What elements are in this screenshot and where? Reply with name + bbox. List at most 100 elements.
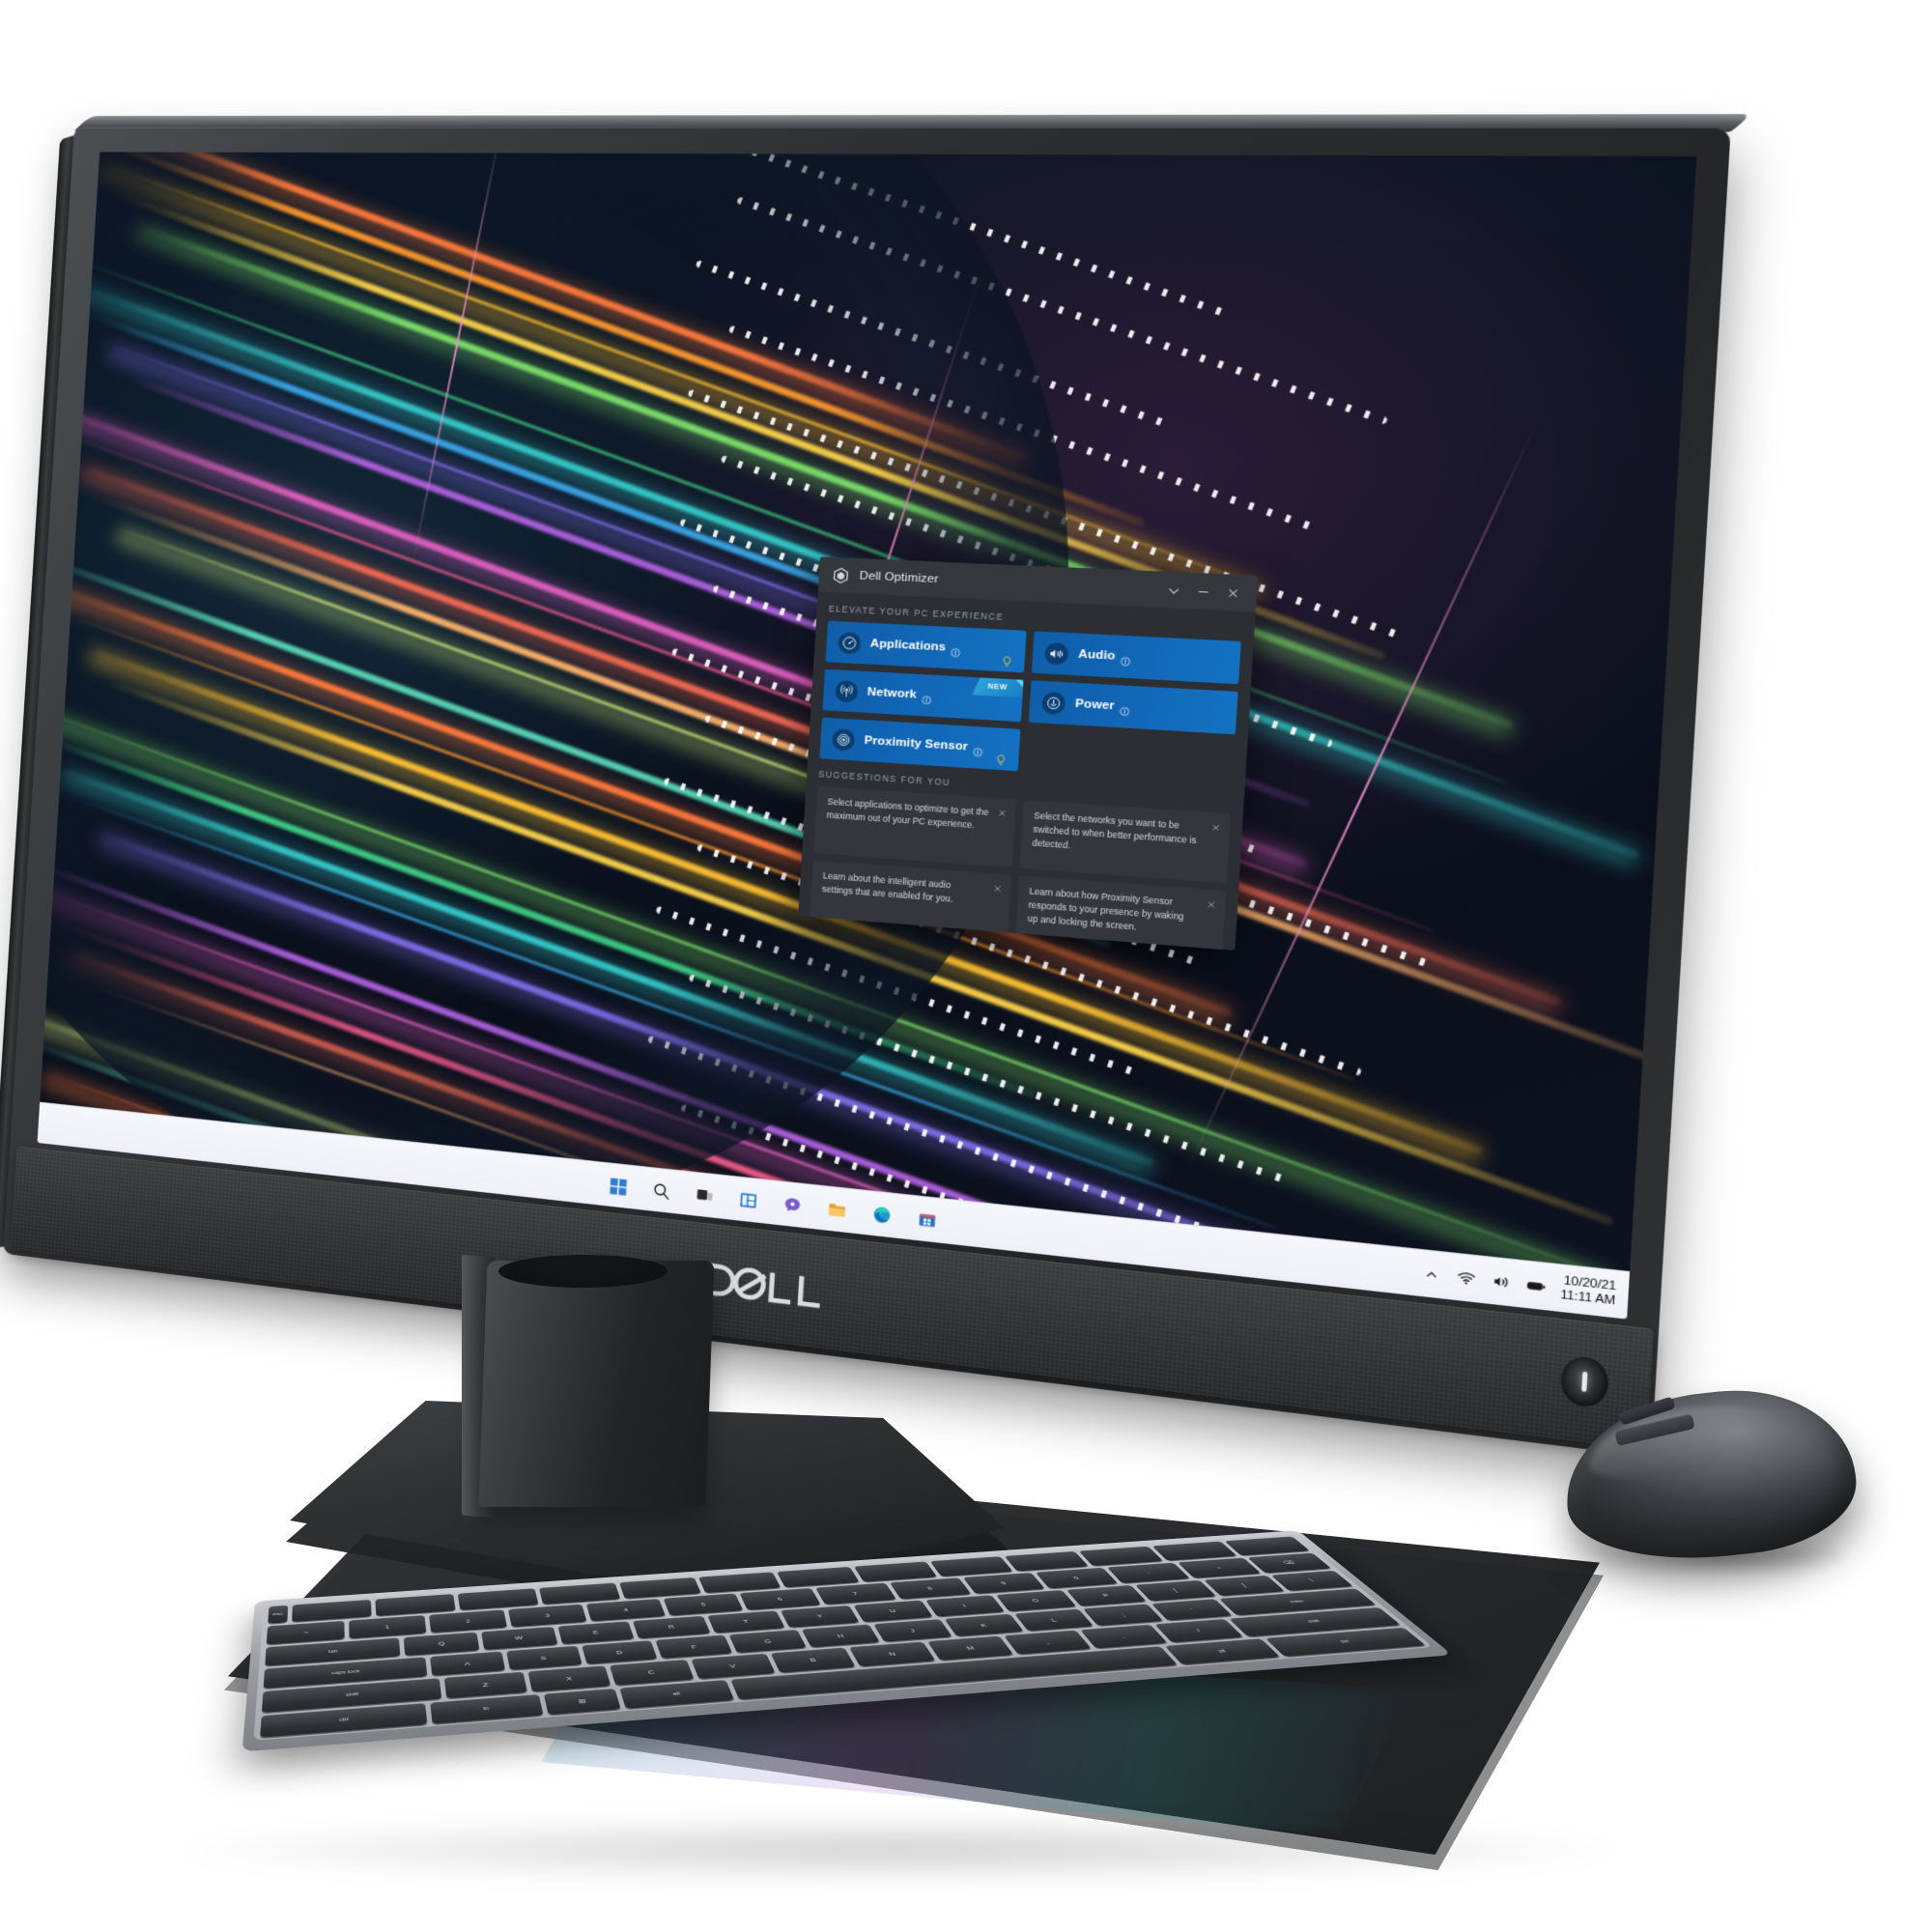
show-hidden-icons-icon[interactable]	[1420, 1264, 1443, 1286]
keyboard-key[interactable]: 9	[962, 1573, 1045, 1594]
display-screen: Dell Optimizer ELEVATE YOUR PC EXPERIENC…	[37, 152, 1697, 1320]
keyboard-key[interactable]: L	[1013, 1608, 1094, 1632]
dismiss-icon[interactable]	[1210, 819, 1223, 831]
tile-proximity-sensor[interactable]: Proximity Sensor	[819, 717, 1021, 772]
microsoft-store-icon[interactable]	[912, 1205, 942, 1235]
chat-teams-icon[interactable]	[778, 1190, 807, 1220]
wifi-icon[interactable]	[1455, 1267, 1478, 1290]
speaker-icon[interactable]	[1490, 1271, 1513, 1293]
keyboard-key[interactable]: 6	[739, 1588, 821, 1610]
keyboard-key[interactable]: S	[505, 1645, 582, 1670]
keyboard-key[interactable]: G	[728, 1629, 808, 1654]
keyboard-key[interactable]: I	[924, 1595, 1006, 1617]
keyboard-key[interactable]	[776, 1566, 860, 1588]
info-icon[interactable]	[922, 691, 932, 700]
task-view-icon[interactable]	[690, 1180, 719, 1209]
keyboard-key[interactable]: X	[527, 1665, 611, 1692]
keyboard-key[interactable]: =	[1177, 1557, 1262, 1578]
keyboard-key[interactable]: Z	[443, 1671, 527, 1699]
keyboard-key[interactable]: B	[770, 1647, 856, 1673]
clock[interactable]: 10/20/21 11:11 AM	[1560, 1274, 1617, 1308]
tile-power[interactable]: Power	[1028, 680, 1238, 735]
info-icon[interactable]	[1120, 701, 1130, 711]
keyboard-key[interactable]: -	[1106, 1562, 1190, 1583]
antenna-signal-icon	[835, 679, 859, 703]
keyboard-key[interactable]	[929, 1556, 1014, 1577]
new-badge-label: NEW	[987, 683, 1009, 693]
keyboard-key[interactable]	[1078, 1546, 1164, 1567]
dell-optimizer-window[interactable]: Dell Optimizer ELEVATE YOUR PC EXPERIENC…	[798, 556, 1259, 952]
keyboard-key[interactable]: D	[581, 1640, 658, 1664]
keyboard-key[interactable]: U	[853, 1600, 933, 1623]
tile-applications[interactable]: Applications	[825, 620, 1027, 673]
chevron-down-icon[interactable]	[1158, 576, 1189, 605]
keyboard-key[interactable]: 0	[1035, 1567, 1118, 1589]
keyboard-key[interactable]: H	[801, 1624, 880, 1648]
keyboard-key[interactable]: '	[1151, 1599, 1233, 1621]
keyboard-key[interactable]: ~	[266, 1621, 345, 1645]
suggestion-card[interactable]: Select the networks you want to be switc…	[1019, 800, 1231, 884]
info-icon[interactable]	[951, 643, 961, 653]
suggestion-card[interactable]: Select applications to optimize to get t…	[813, 785, 1016, 868]
radar-target-icon	[832, 727, 856, 752]
dismiss-icon[interactable]	[997, 805, 1009, 816]
file-explorer-icon[interactable]	[822, 1195, 851, 1225]
keyboard-key[interactable]: A	[429, 1651, 505, 1677]
keyboard-key[interactable]	[1151, 1541, 1237, 1561]
keyboard-key[interactable]: 4	[586, 1599, 667, 1622]
keyboard-key[interactable]: M	[926, 1635, 1014, 1661]
keyboard-key[interactable]: ]	[1203, 1575, 1286, 1597]
keyboard-key[interactable]	[853, 1561, 937, 1582]
keyboard-key[interactable]: 3	[508, 1604, 587, 1628]
info-icon[interactable]	[1121, 652, 1131, 662]
keyboard-key[interactable]: 7	[814, 1582, 896, 1605]
keyboard-key[interactable]: .	[1080, 1624, 1168, 1649]
suggestion-text: Select applications to optimize to get t…	[826, 796, 989, 831]
tile-network[interactable]: Network NEW	[822, 668, 1024, 723]
keyboard-key[interactable]	[1005, 1550, 1090, 1572]
keyboard-key[interactable]: Q	[404, 1632, 480, 1656]
keyboard-key[interactable]: Y	[781, 1605, 860, 1628]
tip-bulb-icon	[995, 753, 1007, 766]
keyboard-key[interactable]: 2	[429, 1609, 508, 1634]
dismiss-icon[interactable]	[992, 880, 1004, 892]
dell-optimizer-cube-icon	[832, 566, 851, 584]
keyboard-key[interactable]: ,	[1004, 1630, 1092, 1655]
wireless-keyboard[interactable]: esc ~1 2 3 4 5 6 7 8 9 0- = ⌫ tab Q W E R T Y U I O P[] \ caps lo…	[242, 1530, 1453, 1752]
suggestion-text: Select the networks you want to be switc…	[1032, 810, 1197, 851]
keyboard-key[interactable]: esc	[268, 1605, 288, 1624]
keyboard-key[interactable]: [	[1134, 1579, 1217, 1602]
keyboard-key[interactable]: 1	[349, 1615, 427, 1639]
suggestion-text: Learn about the intelligent audio settin…	[821, 869, 953, 904]
keyboard-key[interactable]: C	[610, 1660, 695, 1686]
keyboard-key[interactable]: N	[849, 1641, 936, 1667]
keyboard-key[interactable]: 8	[889, 1577, 972, 1600]
microsoft-edge-icon[interactable]	[867, 1200, 896, 1230]
close-button[interactable]	[1217, 579, 1249, 608]
keyboard-key[interactable]: O	[995, 1589, 1076, 1612]
tile-label: Proximity Sensor	[864, 734, 969, 753]
keyboard-key[interactable]: E	[556, 1621, 635, 1645]
keyboard-key[interactable]: R	[632, 1615, 711, 1639]
info-icon[interactable]	[973, 743, 983, 753]
keyboard-key[interactable]: J	[872, 1619, 952, 1642]
dismiss-icon[interactable]	[1206, 895, 1218, 907]
keyboard-key[interactable]: /	[1154, 1619, 1243, 1643]
keyboard-key[interactable]: T	[706, 1610, 785, 1634]
wireless-mouse[interactable]	[1556, 1372, 1864, 1575]
keyboard-key[interactable]: F	[655, 1634, 733, 1660]
keyboard-key[interactable]: P	[1065, 1584, 1147, 1606]
widgets-icon[interactable]	[733, 1185, 762, 1215]
keyboard-key[interactable]: K	[944, 1613, 1024, 1637]
keyboard-key[interactable]: ;	[1083, 1604, 1164, 1627]
tile-label: Power	[1074, 697, 1115, 713]
windows-start-icon[interactable]	[604, 1171, 632, 1200]
battery-icon[interactable]	[1524, 1274, 1548, 1296]
keyboard-key[interactable]: W	[481, 1626, 558, 1651]
tile-audio[interactable]: Audio	[1031, 631, 1241, 685]
keyboard-key[interactable]: V	[690, 1653, 776, 1679]
minimize-button[interactable]	[1187, 577, 1218, 606]
keyboard-key[interactable]: 5	[663, 1593, 744, 1616]
feature-tile-grid: Applications Audio Network NEW Power Pro…	[819, 620, 1241, 785]
search-icon[interactable]	[646, 1176, 674, 1205]
